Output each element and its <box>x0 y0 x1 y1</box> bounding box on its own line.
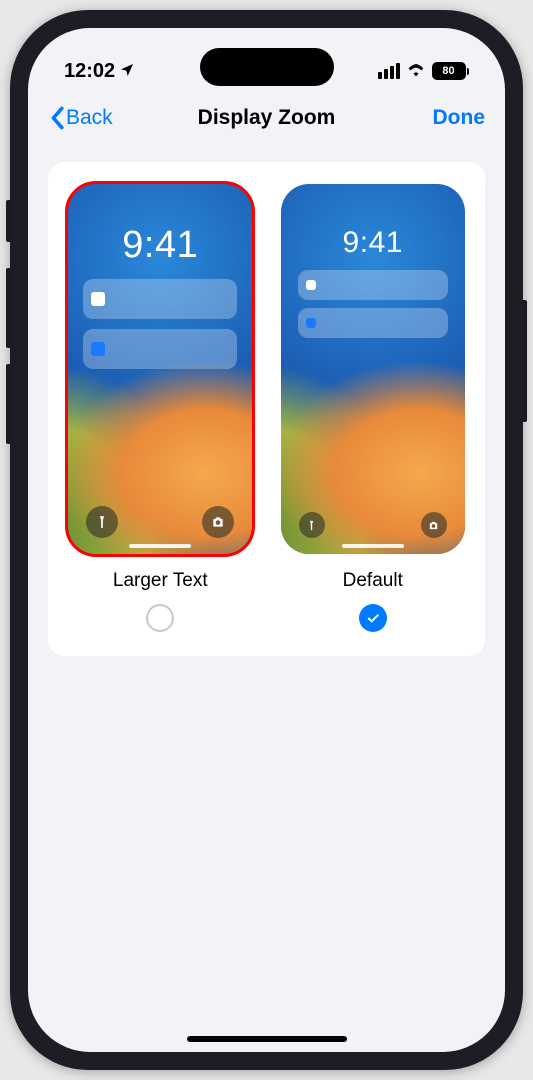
options-card: 9:41 Larger Text <box>48 162 485 656</box>
volume-down <box>6 364 12 444</box>
preview-widget <box>298 308 448 338</box>
preview-content: 9:41 <box>68 184 252 554</box>
radio-larger-text[interactable] <box>146 604 174 632</box>
location-icon <box>119 62 135 81</box>
preview-home-indicator <box>342 544 404 548</box>
preview-time: 9:41 <box>122 224 198 267</box>
preview-widget <box>83 279 237 319</box>
preview-content: 9:41 <box>281 184 465 554</box>
back-button[interactable]: Back <box>48 106 113 130</box>
preview-widget <box>298 270 448 300</box>
done-button[interactable]: Done <box>433 106 486 130</box>
option-default[interactable]: 9:41 Default <box>279 184 468 632</box>
camera-icon <box>202 506 234 538</box>
chevron-left-icon <box>48 106 66 130</box>
back-label: Back <box>66 106 113 130</box>
widget-icon <box>306 318 316 328</box>
radio-default[interactable] <box>359 604 387 632</box>
battery-icon: 80 <box>432 62 470 80</box>
preview-bottom <box>68 506 252 538</box>
page-title: Display Zoom <box>198 106 336 130</box>
screen: 12:02 80 Back Display Zoo <box>28 28 505 1052</box>
flashlight-icon <box>86 506 118 538</box>
option-larger-text[interactable]: 9:41 Larger Text <box>66 184 255 632</box>
checkmark-icon <box>365 610 381 626</box>
battery-percent: 80 <box>442 65 454 77</box>
silence-switch <box>6 200 12 242</box>
preview-home-indicator <box>129 544 191 548</box>
widget-icon <box>306 280 316 290</box>
nav-bar: Back Display Zoom Done <box>28 92 505 148</box>
preview-larger-text[interactable]: 9:41 <box>68 184 252 554</box>
wifi-icon <box>406 60 426 83</box>
volume-up <box>6 268 12 348</box>
widget-icon <box>91 292 105 306</box>
preview-default[interactable]: 9:41 <box>281 184 465 554</box>
status-right: 80 <box>378 60 470 83</box>
status-time: 12:02 <box>64 60 115 83</box>
preview-widget <box>83 329 237 369</box>
preview-time: 9:41 <box>343 226 403 260</box>
option-label: Default <box>343 570 403 592</box>
preview-bottom <box>281 512 465 538</box>
cellular-icon <box>378 63 400 79</box>
camera-icon <box>421 512 447 538</box>
status-left: 12:02 <box>64 60 135 83</box>
home-indicator[interactable] <box>187 1036 347 1042</box>
dynamic-island <box>200 48 334 86</box>
iphone-frame: 12:02 80 Back Display Zoo <box>10 10 523 1070</box>
option-label: Larger Text <box>113 570 208 592</box>
power-button <box>521 300 527 422</box>
flashlight-icon <box>299 512 325 538</box>
widget-icon <box>91 342 105 356</box>
